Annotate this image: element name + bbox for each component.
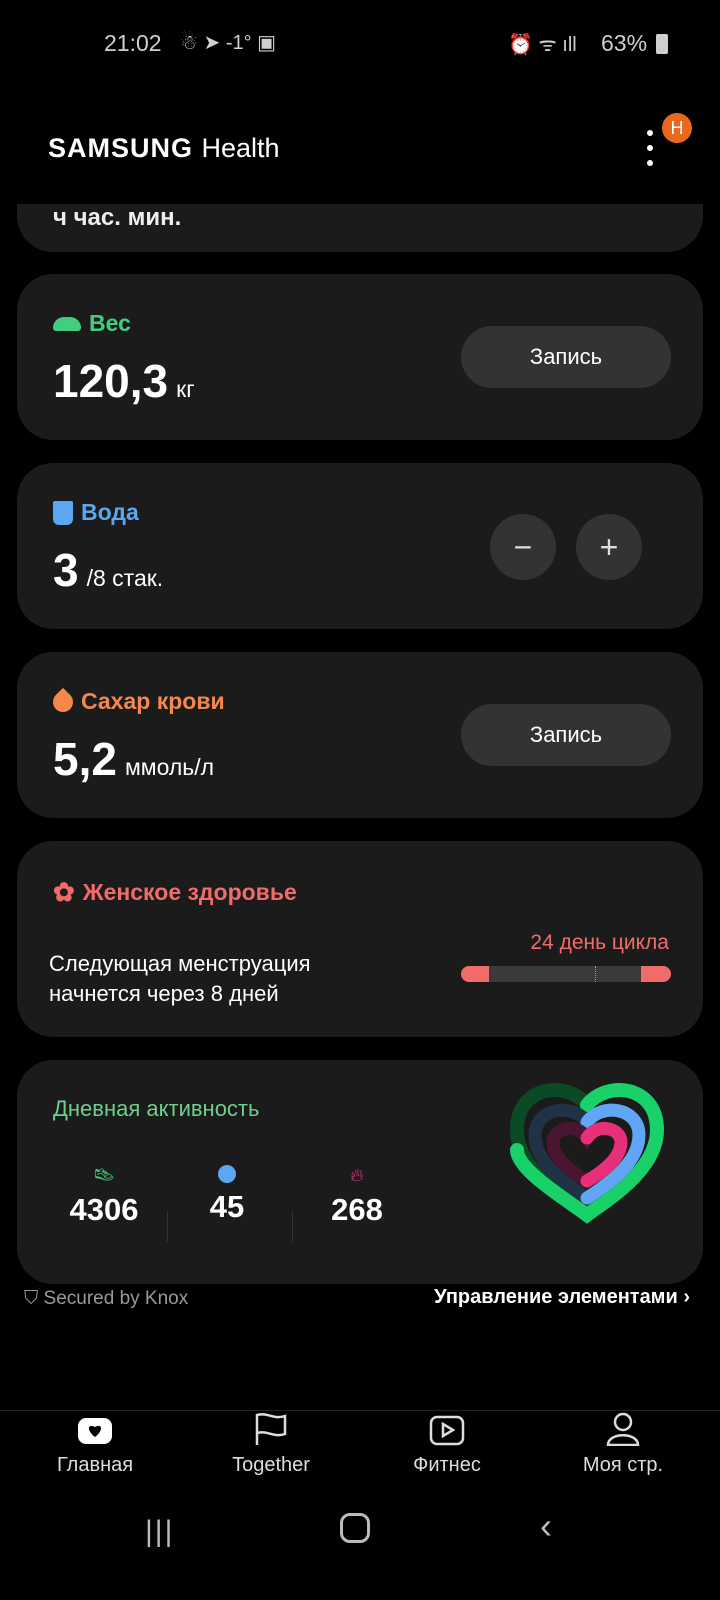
- water-card[interactable]: Вода 3/8 стак. − +: [17, 463, 703, 629]
- sugar-record-button[interactable]: Запись: [461, 704, 671, 766]
- more-options-button[interactable]: [643, 130, 657, 166]
- flag-icon: [255, 1413, 287, 1445]
- notification-badge[interactable]: H: [662, 113, 692, 143]
- daily-activity-card[interactable]: Дневная активность 👟︎ 4306 45 🔥︎ 268: [17, 1060, 703, 1284]
- scale-icon: [53, 316, 81, 331]
- weight-title: Вес: [89, 310, 131, 336]
- back-button[interactable]: ‹: [540, 1505, 552, 1547]
- status-icons-right: ⏰ ᯤ ıll: [508, 34, 577, 56]
- status-time: 21:02: [104, 30, 162, 56]
- drop-icon: [48, 687, 78, 716]
- sleep-duration-partial: ч час. мин.: [53, 204, 182, 231]
- women-health-card[interactable]: ✿ Женское здоровье Следующая менструация н…: [17, 841, 703, 1037]
- steps-stat: 👟︎ 4306: [49, 1165, 159, 1228]
- nav-my-page[interactable]: Моя стр.: [533, 1412, 713, 1477]
- cycle-day: 24 день цикла: [530, 931, 669, 954]
- women-title: Женское здоровье: [82, 879, 297, 905]
- nav-home[interactable]: Главная: [5, 1412, 185, 1477]
- flame-icon: 🔥︎: [350, 1165, 364, 1185]
- sugar-value: 5,2 ммоль/л: [53, 733, 215, 785]
- battery-icon: [656, 34, 668, 54]
- flower-icon: ✿: [53, 877, 75, 907]
- sleep-card[interactable]: ч час. мин.: [17, 204, 703, 252]
- water-increase-button[interactable]: +: [576, 514, 642, 580]
- home-icon: [78, 1418, 112, 1444]
- activity-heart-rings: [509, 1083, 665, 1224]
- shoe-icon: 👟︎: [92, 1165, 116, 1185]
- nav-fitness[interactable]: Фитнес: [357, 1412, 537, 1477]
- weight-card[interactable]: Вес 120,3 кг Запись: [17, 274, 703, 440]
- clock-icon: [218, 1165, 236, 1183]
- active-time-stat: 45: [172, 1165, 282, 1225]
- recent-apps-button[interactable]: |||: [145, 1515, 174, 1549]
- status-temperature: -1°: [225, 32, 252, 54]
- water-value: 3/8 стак.: [53, 544, 164, 596]
- glass-icon: [53, 500, 73, 525]
- status-icons-left: ☃ ➤ -1° ▣: [180, 32, 277, 54]
- blood-sugar-card[interactable]: Сахар крови 5,2 ммоль/л Запись: [17, 652, 703, 818]
- person-icon: [606, 1412, 640, 1446]
- home-button[interactable]: [340, 1513, 370, 1543]
- calories-stat: 🔥︎ 268: [302, 1165, 412, 1228]
- activity-title: Дневная активность: [53, 1096, 260, 1121]
- weight-value: 120,3 кг: [53, 355, 195, 407]
- cycle-progress-bar: [461, 966, 671, 982]
- water-decrease-button[interactable]: −: [490, 514, 556, 580]
- video-calendar-icon: [429, 1415, 465, 1446]
- nav-together[interactable]: Together: [181, 1412, 361, 1477]
- manage-items-link[interactable]: Управление элементами ›: [434, 1286, 690, 1309]
- knox-label: ⛉ Secured by Knox: [24, 1288, 189, 1309]
- sugar-title: Сахар крови: [81, 688, 225, 714]
- next-period-text: Следующая менструация начнется через 8 дн…: [49, 951, 311, 1006]
- water-title: Вода: [81, 499, 139, 525]
- weight-record-button[interactable]: Запись: [461, 326, 671, 388]
- battery-level: 63%: [601, 30, 648, 56]
- app-logo: SAMSUNG Health: [48, 133, 280, 163]
